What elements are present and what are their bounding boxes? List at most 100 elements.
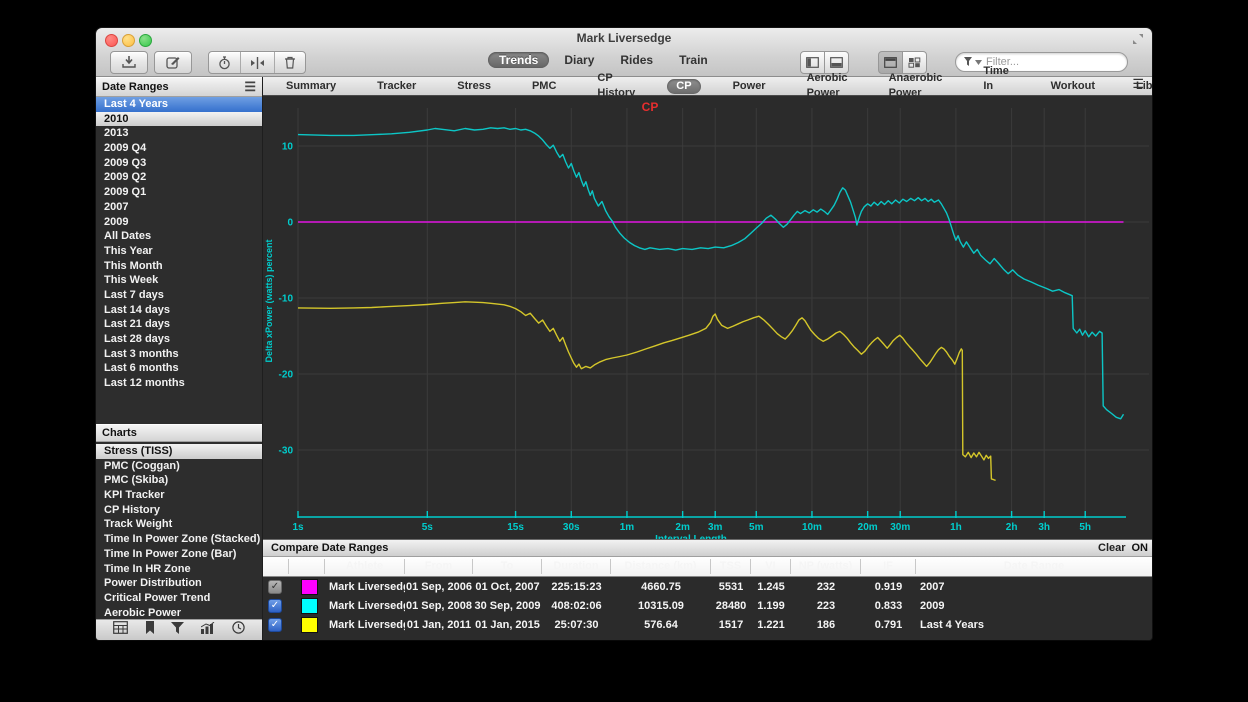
y-axis-title: Delta xPower (watts) percent	[264, 239, 274, 362]
compare-clear-button[interactable]: Clear	[1098, 542, 1126, 554]
chart-item-time-in-power-zone-stacked[interactable]: Time In Power Zone (Stacked)	[96, 532, 262, 547]
cell-np: 232	[791, 581, 861, 593]
stopwatch-button[interactable]	[209, 52, 240, 73]
chart-item-stress-tiss[interactable]: Stress (TISS)	[96, 444, 262, 459]
tabbar-menu-icon[interactable]: ☰	[1132, 79, 1144, 89]
tab-pmc[interactable]: PMC	[523, 79, 565, 94]
chart-item-time-in-power-zone-bar[interactable]: Time In Power Zone (Bar)	[96, 547, 262, 562]
column-header-0[interactable]	[263, 559, 289, 574]
row-checkbox[interactable]: ✓	[268, 580, 282, 594]
chart-item-track-weight[interactable]: Track Weight	[96, 517, 262, 532]
view-tab-train[interactable]: Train	[668, 52, 719, 68]
chart-item-pmc-coggan[interactable]: PMC (Coggan)	[96, 459, 262, 474]
tab-power[interactable]: Power	[724, 79, 775, 94]
compare-row-2007[interactable]: ✓Mark Liversedge01 Sep, 200601 Oct, 2007…	[263, 577, 1152, 596]
column-header-tss[interactable]: TSS	[711, 559, 751, 574]
cell-vi: 1.245	[751, 581, 791, 593]
edit-button[interactable]	[154, 51, 192, 74]
tab-summary[interactable]: Summary	[277, 79, 345, 94]
sidebar-item-last-28-days[interactable]: Last 28 days	[96, 332, 262, 347]
column-header-vi[interactable]: VI	[751, 559, 791, 574]
date-ranges-menu-icon[interactable]: ☰	[244, 82, 256, 92]
chart-item-kpi-tracker[interactable]: KPI Tracker	[96, 488, 262, 503]
tab-stress[interactable]: Stress	[448, 79, 500, 94]
split-button[interactable]	[240, 52, 274, 73]
column-header-duration[interactable]: Duration	[542, 559, 611, 574]
compare-row-last-4-years[interactable]: ✓Mark Liversedge01 Jan, 201101 Jan, 2015…	[263, 615, 1152, 634]
sidebar-item-this-week[interactable]: This Week	[96, 273, 262, 288]
chart-bars-icon[interactable]	[201, 621, 215, 639]
tab-cp[interactable]: CP	[667, 79, 700, 94]
sidebar-item-last-14-days[interactable]: Last 14 days	[96, 303, 262, 318]
sidebar-item-this-month[interactable]: This Month	[96, 259, 262, 274]
sidebar-item-this-year[interactable]: This Year	[96, 244, 262, 259]
compare-row-2009[interactable]: ✓Mark Liversedge01 Sep, 200830 Sep, 2009…	[263, 596, 1152, 615]
bookmark-icon[interactable]	[145, 621, 155, 639]
fullscreen-icon[interactable]	[1132, 32, 1144, 50]
y-tick-label: -20	[279, 370, 294, 381]
sidebar-item-2009-q4[interactable]: 2009 Q4	[96, 141, 262, 156]
sidebar-item-2010[interactable]: 2010	[96, 112, 262, 127]
column-header-athlete[interactable]: Athlete	[325, 559, 405, 574]
sidebar-item-last-12-months[interactable]: Last 12 months	[96, 376, 262, 391]
cell-tss: 28480	[711, 600, 751, 612]
layout-single-icon	[884, 57, 897, 68]
compare-table-body: ✓Mark Liversedge01 Sep, 200601 Oct, 2007…	[263, 577, 1152, 634]
sidebar-item-last-7-days[interactable]: Last 7 days	[96, 288, 262, 303]
sidebar-item-2009-q2[interactable]: 2009 Q2	[96, 170, 262, 185]
row-checkbox[interactable]: ✓	[268, 618, 282, 632]
sidebar-item-last-4-years[interactable]: Last 4 Years	[96, 97, 262, 112]
chart-item-time-in-hr-zone[interactable]: Time In HR Zone	[96, 562, 262, 577]
sidebar-item-last-21-days[interactable]: Last 21 days	[96, 317, 262, 332]
charts-header-label: Charts	[102, 427, 137, 439]
sidebar-item-2009[interactable]: 2009	[96, 215, 262, 230]
title-bar[interactable]: Mark Liversedge	[96, 28, 1152, 48]
sidebar-item-last-3-months[interactable]: Last 3 months	[96, 347, 262, 362]
column-header-np-watts[interactable]: NP (watts)	[791, 559, 861, 574]
view-switcher: TrendsDiaryRidesTrain	[488, 52, 719, 68]
column-header-distance-km[interactable]: Distance (km)	[611, 559, 711, 574]
delete-button[interactable]	[274, 52, 305, 73]
import-icon	[122, 56, 136, 69]
sidebar: Date Ranges ☰ Last 4 Years201020132009 Q…	[96, 77, 263, 640]
compare-on-toggle[interactable]: ON	[1132, 542, 1149, 554]
cell-from: 01 Sep, 2006	[405, 581, 473, 593]
cell-to: 01 Oct, 2007	[473, 581, 542, 593]
tab-workout[interactable]: Workout	[1042, 79, 1104, 94]
column-header-to[interactable]: To	[473, 559, 542, 574]
cell-distance: 10315.09	[611, 600, 711, 612]
cell-tss: 5531	[711, 581, 751, 593]
sidebar-item-last-6-months[interactable]: Last 6 months	[96, 361, 262, 376]
x-tick-label: 1h	[950, 522, 962, 533]
charts-header: Charts	[96, 424, 262, 442]
series-color-swatch	[301, 579, 318, 595]
sidebar-item-2009-q1[interactable]: 2009 Q1	[96, 185, 262, 200]
x-tick-label: 2h	[1006, 522, 1018, 533]
table-icon[interactable]	[113, 621, 128, 639]
sidebar-item-all-dates[interactable]: All Dates	[96, 229, 262, 244]
sidebar-item-2009-q3[interactable]: 2009 Q3	[96, 156, 262, 171]
series-color-swatch	[301, 617, 318, 633]
import-button[interactable]	[110, 51, 148, 74]
column-header-date-range[interactable]: Date Range	[916, 559, 1152, 574]
row-checkbox[interactable]: ✓	[268, 599, 282, 613]
funnel-icon[interactable]	[171, 621, 184, 639]
x-tick-label: 3m	[708, 522, 723, 533]
cp-chart[interactable]: 100-10-20-301s5s15s30s1m2m3m5m10m20m30m1…	[263, 96, 1152, 539]
view-tab-trends[interactable]: Trends	[488, 52, 549, 68]
chart-item-pmc-skiba[interactable]: PMC (Skiba)	[96, 473, 262, 488]
column-header-1[interactable]	[289, 559, 325, 574]
sidebar-item-2013[interactable]: 2013	[96, 126, 262, 141]
tab-tracker[interactable]: Tracker	[368, 79, 425, 94]
column-header-if[interactable]: IF	[861, 559, 916, 574]
series-line-2009	[298, 128, 1124, 419]
chart-item-power-distribution[interactable]: Power Distribution	[96, 576, 262, 591]
view-tab-diary[interactable]: Diary	[553, 52, 605, 68]
compare-pane-header: Compare Date Ranges Clear ON	[263, 539, 1152, 557]
column-header-from[interactable]: From	[405, 559, 473, 574]
view-tab-rides[interactable]: Rides	[609, 52, 664, 68]
clock-icon[interactable]	[232, 621, 245, 639]
chart-item-critical-power-trend[interactable]: Critical Power Trend	[96, 591, 262, 606]
chart-item-cp-history[interactable]: CP History	[96, 503, 262, 518]
sidebar-item-2007[interactable]: 2007	[96, 200, 262, 215]
